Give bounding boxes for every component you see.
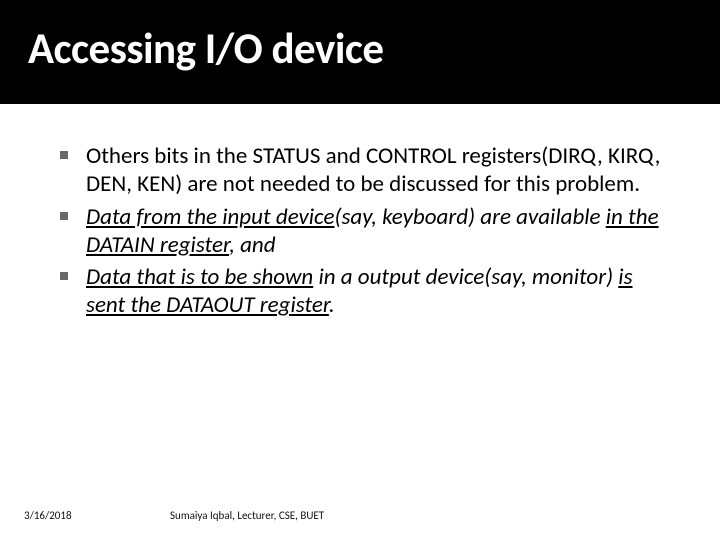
- bullet-item: Data from the input device(say, keyboard…: [86, 203, 674, 260]
- bullet-marker-icon: [60, 151, 68, 159]
- bullet-marker-icon: [60, 212, 68, 220]
- bullet-item: Others bits in the STATUS and CONTROL re…: [86, 142, 674, 199]
- slide-title: Accessing I/O device: [28, 22, 720, 75]
- bullet-text: , and: [229, 231, 275, 259]
- bullet-text-underlined: Data that is to be shown: [86, 263, 313, 291]
- bullet-text: in a output device(say, monitor): [313, 263, 618, 291]
- bullet-marker-icon: [60, 272, 68, 280]
- content-area: Others bits in the STATUS and CONTROL re…: [0, 104, 720, 320]
- footer-author: Sumaiya Iqbal, Lecturer, CSE, BUET: [170, 509, 324, 522]
- bullet-text: (say, keyboard) are available: [334, 203, 605, 231]
- bullet-text: Others bits in the STATUS and CONTROL re…: [86, 142, 660, 198]
- title-bar: Accessing I/O device: [0, 0, 720, 104]
- bullet-item: Data that is to be shown in a output dev…: [86, 263, 674, 320]
- bullet-text: .: [329, 291, 335, 319]
- bullet-text-underlined: Data from the input device: [86, 203, 334, 231]
- footer-date: 3/16/2018: [24, 509, 72, 522]
